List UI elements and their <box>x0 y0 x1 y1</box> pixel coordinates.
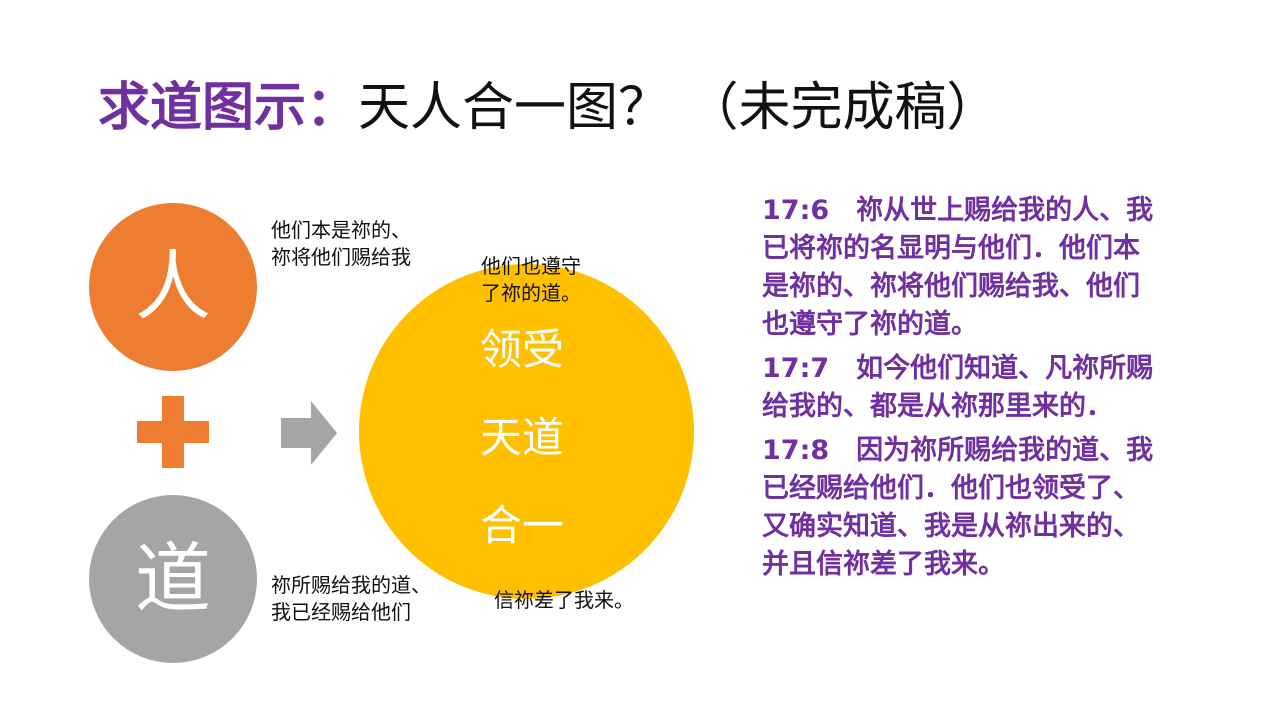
verse-line: 17:7 如今他们知道、凡祢所赐 <box>762 353 1154 384</box>
verse-line: 也遵守了祢的道。 <box>762 309 978 340</box>
verse-17-8: 17:8 因为祢所赐给我的道、我 已经赐给他们．他们也领受了、 又确实知道、我是… <box>762 432 1222 584</box>
union-line: 合一 <box>480 501 565 550</box>
verse-line: 并且信祢差了我来。 <box>762 549 1005 580</box>
note-believe-sent: 信祢差了我来。 <box>494 587 634 614</box>
plus-vertical-bar <box>162 396 184 468</box>
note-line: 他们也遵守 <box>481 254 581 278</box>
circle-ren: 人 <box>89 203 257 371</box>
verse-line: 又确实知道、我是从祢出来的、 <box>762 511 1140 542</box>
plus-icon <box>137 396 209 468</box>
title-rest-part: 天人合一图？ （未完成稿） <box>358 78 999 138</box>
note-kept-word: 他们也遵守 了祢的道。 <box>481 253 581 307</box>
union-line: 领受 <box>480 325 565 374</box>
verse-17-6: 17:6 祢从世上赐给我的人、我 已将祢的名显明与他们．他们本 是祢的、祢将他们… <box>762 192 1222 344</box>
note-word-given: 祢所赐给我的道、 我已经赐给他们 <box>271 572 431 626</box>
verse-line: 17:8 因为祢所赐给我的道、我 <box>762 435 1154 466</box>
verse-panel: 17:6 祢从世上赐给我的人、我 已将祢的名显明与他们．他们本 是祢的、祢将他们… <box>762 192 1222 590</box>
title-strong-part: 求道图示： <box>98 78 359 138</box>
verse-line: 是祢的、祢将他们赐给我、他们 <box>762 271 1140 302</box>
note-given-to-me: 他们本是祢的、 祢将他们赐给我 <box>271 217 411 271</box>
ren-label: 人 <box>135 242 211 331</box>
union-text: 领受 天道 合一 <box>480 318 564 582</box>
note-line: 祢将他们赐给我 <box>271 245 411 269</box>
circle-dao: 道 <box>89 495 257 663</box>
right-arrow-shape <box>281 401 337 465</box>
note-line: 信祢差了我来。 <box>494 588 634 612</box>
page-title: 求道图示：天人合一图？ （未完成稿） <box>98 68 999 148</box>
note-line: 我已经赐给他们 <box>271 600 411 624</box>
note-line: 他们本是祢的、 <box>271 218 411 242</box>
verse-17-7: 17:7 如今他们知道、凡祢所赐 给我的、都是从祢那里来的． <box>762 350 1222 426</box>
note-line: 祢所赐给我的道、 <box>271 573 431 597</box>
dao-label: 道 <box>135 534 211 623</box>
right-arrow-icon <box>281 401 337 465</box>
union-line: 天道 <box>480 413 565 462</box>
verse-line: 给我的、都是从祢那里来的． <box>762 391 1113 422</box>
verse-line: 已经赐给他们．他们也领受了、 <box>762 473 1140 504</box>
slide: 求道图示：天人合一图？ （未完成稿） 人 道 领受 天道 合一 他们本是祢的、 … <box>0 0 1280 720</box>
note-line: 了祢的道。 <box>481 281 581 305</box>
verse-line: 17:6 祢从世上赐给我的人、我 <box>762 195 1154 226</box>
verse-line: 已将祢的名显明与他们．他们本 <box>762 233 1140 264</box>
